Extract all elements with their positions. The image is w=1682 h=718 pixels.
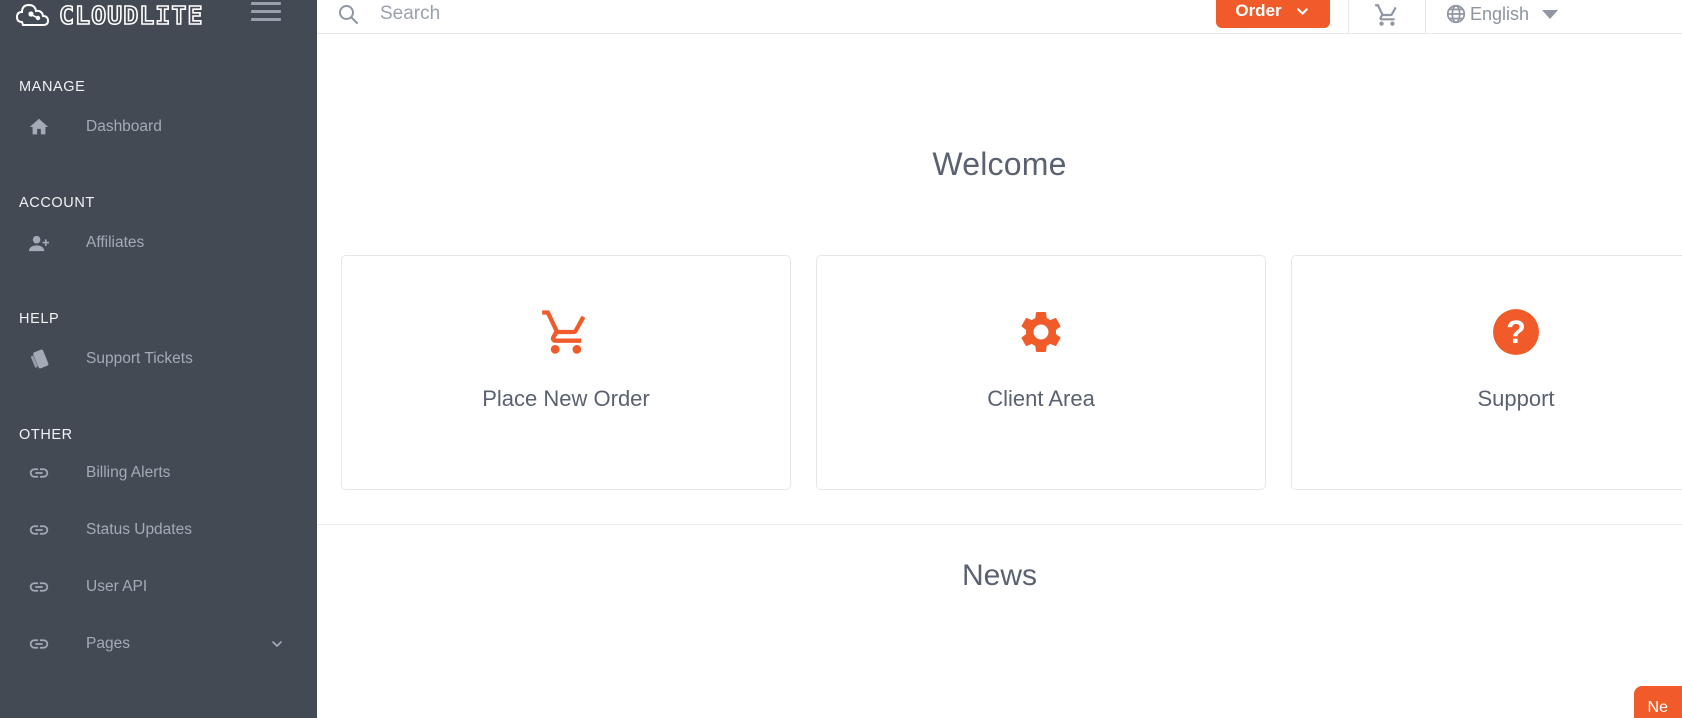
shopping-cart-icon bbox=[540, 306, 592, 358]
card-label: Place New Order bbox=[482, 386, 650, 411]
order-button-label: Order bbox=[1235, 1, 1282, 20]
card-support[interactable]: ? Support bbox=[1291, 255, 1682, 490]
sidebar-item-user-api[interactable]: User API bbox=[0, 567, 317, 607]
brand-name: CLOUDLITE bbox=[58, 0, 204, 30]
sidebar-item-billing-alerts[interactable]: Billing Alerts bbox=[0, 453, 317, 493]
gear-icon bbox=[1015, 306, 1067, 358]
question-circle-icon: ? bbox=[1490, 306, 1542, 358]
sidebar-item-label: Status Updates bbox=[86, 521, 192, 538]
hamburger-bar bbox=[251, 9, 281, 13]
chevron-down-icon bbox=[1296, 8, 1308, 15]
person-add-icon bbox=[28, 231, 54, 255]
brand-logo[interactable]: CLOUDLITE bbox=[16, 2, 203, 28]
quick-links-cards: Place New Order Client Area ? Support bbox=[341, 255, 1682, 490]
hamburger-icon[interactable] bbox=[251, 0, 281, 24]
floating-action-button-label: Ne bbox=[1647, 699, 1668, 716]
sidebar-item-pages[interactable]: Pages bbox=[0, 624, 317, 664]
sidebar-item-label: User API bbox=[86, 578, 148, 595]
link-icon bbox=[28, 461, 54, 485]
order-button[interactable]: Order bbox=[1216, 0, 1330, 28]
section-divider bbox=[317, 524, 1682, 525]
chevron-down-icon[interactable] bbox=[269, 636, 285, 652]
search-icon bbox=[339, 5, 358, 24]
home-icon bbox=[28, 115, 54, 139]
link-icon bbox=[28, 518, 54, 542]
sidebar-section-title-manage: MANAGE bbox=[19, 79, 86, 95]
caret-down-icon[interactable] bbox=[1542, 9, 1559, 19]
cart-button[interactable] bbox=[1370, 0, 1404, 32]
sidebar-item-status-updates[interactable]: Status Updates bbox=[0, 510, 317, 550]
sidebar-section-title-help: HELP bbox=[19, 311, 60, 327]
card-place-new-order[interactable]: Place New Order bbox=[341, 255, 791, 490]
sidebar-section-title-account: ACCOUNT bbox=[19, 195, 95, 211]
sidebar-item-label: Support Tickets bbox=[86, 350, 193, 367]
sidebar-section-title-other: OTHER bbox=[19, 427, 73, 443]
sidebar-brand-row: CLOUDLITE bbox=[0, 0, 317, 34]
svg-text:?: ? bbox=[1506, 314, 1526, 350]
page-root: CLOUDLITE MANAGE Dashboard ACCOUNT Affil… bbox=[0, 0, 1682, 718]
news-heading: News bbox=[961, 559, 1037, 592]
link-icon bbox=[28, 575, 54, 599]
card-client-area[interactable]: Client Area bbox=[816, 255, 1266, 490]
sidebar-item-label: Affiliates bbox=[86, 234, 145, 251]
shopping-cart-icon bbox=[1375, 4, 1397, 26]
ticket-icon bbox=[28, 347, 54, 371]
language-label: English bbox=[1470, 3, 1530, 24]
cloud-icon bbox=[16, 3, 50, 26]
language-selector[interactable]: English bbox=[1445, 0, 1559, 32]
top-header: Order English bbox=[317, 0, 1682, 34]
card-label: Support bbox=[1477, 386, 1555, 411]
page-title: Welcome bbox=[932, 146, 1067, 182]
header-divider bbox=[1348, 0, 1349, 34]
hamburger-bar bbox=[251, 17, 281, 21]
sidebar: CLOUDLITE MANAGE Dashboard ACCOUNT Affil… bbox=[0, 0, 317, 718]
globe-icon bbox=[1446, 4, 1466, 24]
sidebar-item-label: Pages bbox=[86, 635, 130, 652]
sidebar-item-label: Billing Alerts bbox=[86, 464, 171, 481]
header-divider bbox=[1425, 0, 1426, 34]
card-label: Client Area bbox=[987, 386, 1095, 411]
main-content: Welcome Place New Order Client Area ? Su… bbox=[317, 34, 1682, 718]
floating-action-button[interactable]: Ne bbox=[1633, 686, 1682, 718]
sidebar-item-affiliates[interactable]: Affiliates bbox=[0, 223, 317, 263]
sidebar-item-label: Dashboard bbox=[86, 118, 162, 135]
search-bar[interactable] bbox=[336, 0, 1000, 34]
link-icon bbox=[28, 632, 54, 656]
search-input[interactable] bbox=[380, 3, 1000, 25]
sidebar-item-dashboard[interactable]: Dashboard bbox=[0, 107, 317, 147]
sidebar-item-support-tickets[interactable]: Support Tickets bbox=[0, 339, 317, 379]
hamburger-bar bbox=[251, 1, 281, 5]
